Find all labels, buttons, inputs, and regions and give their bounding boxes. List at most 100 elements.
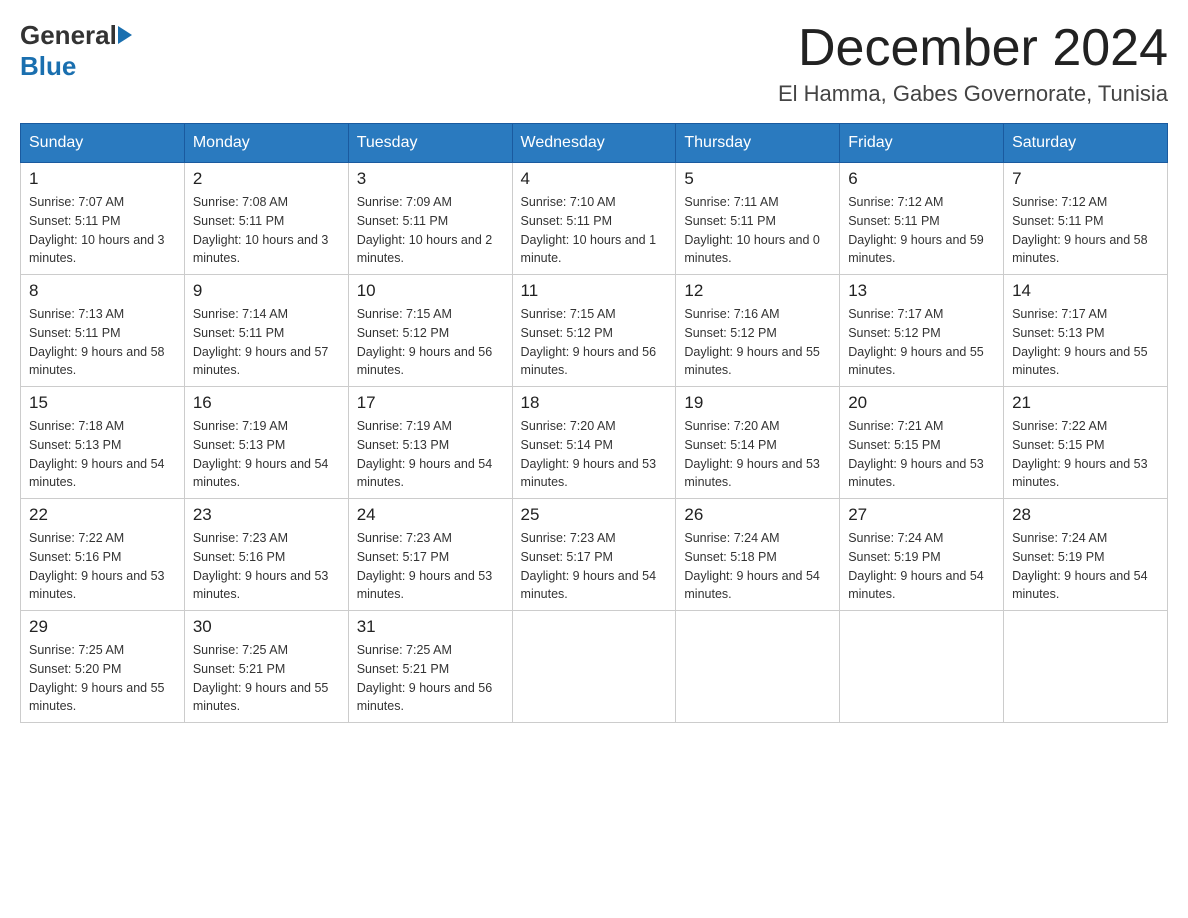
calendar-cell: 28 Sunrise: 7:24 AMSunset: 5:19 PMDaylig… xyxy=(1004,499,1168,611)
location-title: El Hamma, Gabes Governorate, Tunisia xyxy=(778,81,1168,107)
day-info: Sunrise: 7:17 AMSunset: 5:13 PMDaylight:… xyxy=(1012,307,1148,377)
day-info: Sunrise: 7:08 AMSunset: 5:11 PMDaylight:… xyxy=(193,195,329,265)
calendar-cell: 7 Sunrise: 7:12 AMSunset: 5:11 PMDayligh… xyxy=(1004,163,1168,275)
page-header: General Blue December 2024 El Hamma, Gab… xyxy=(20,20,1168,107)
day-number: 20 xyxy=(848,393,995,413)
calendar-cell xyxy=(676,611,840,723)
day-number: 27 xyxy=(848,505,995,525)
day-number: 14 xyxy=(1012,281,1159,301)
day-number: 11 xyxy=(521,281,668,301)
header-thursday: Thursday xyxy=(676,124,840,163)
day-number: 28 xyxy=(1012,505,1159,525)
calendar-cell: 26 Sunrise: 7:24 AMSunset: 5:18 PMDaylig… xyxy=(676,499,840,611)
header-friday: Friday xyxy=(840,124,1004,163)
day-info: Sunrise: 7:20 AMSunset: 5:14 PMDaylight:… xyxy=(521,419,657,489)
calendar-week-row: 22 Sunrise: 7:22 AMSunset: 5:16 PMDaylig… xyxy=(21,499,1168,611)
day-number: 18 xyxy=(521,393,668,413)
calendar-cell: 29 Sunrise: 7:25 AMSunset: 5:20 PMDaylig… xyxy=(21,611,185,723)
day-info: Sunrise: 7:20 AMSunset: 5:14 PMDaylight:… xyxy=(684,419,820,489)
calendar-cell: 20 Sunrise: 7:21 AMSunset: 5:15 PMDaylig… xyxy=(840,387,1004,499)
day-number: 9 xyxy=(193,281,340,301)
day-info: Sunrise: 7:19 AMSunset: 5:13 PMDaylight:… xyxy=(357,419,493,489)
calendar-cell: 17 Sunrise: 7:19 AMSunset: 5:13 PMDaylig… xyxy=(348,387,512,499)
calendar-cell: 18 Sunrise: 7:20 AMSunset: 5:14 PMDaylig… xyxy=(512,387,676,499)
day-info: Sunrise: 7:25 AMSunset: 5:20 PMDaylight:… xyxy=(29,643,165,713)
day-number: 7 xyxy=(1012,169,1159,189)
day-number: 17 xyxy=(357,393,504,413)
day-number: 31 xyxy=(357,617,504,637)
calendar-cell: 1 Sunrise: 7:07 AMSunset: 5:11 PMDayligh… xyxy=(21,163,185,275)
day-info: Sunrise: 7:13 AMSunset: 5:11 PMDaylight:… xyxy=(29,307,165,377)
calendar-cell: 21 Sunrise: 7:22 AMSunset: 5:15 PMDaylig… xyxy=(1004,387,1168,499)
calendar-cell: 10 Sunrise: 7:15 AMSunset: 5:12 PMDaylig… xyxy=(348,275,512,387)
day-number: 13 xyxy=(848,281,995,301)
day-info: Sunrise: 7:22 AMSunset: 5:16 PMDaylight:… xyxy=(29,531,165,601)
day-number: 6 xyxy=(848,169,995,189)
day-info: Sunrise: 7:24 AMSunset: 5:19 PMDaylight:… xyxy=(848,531,984,601)
calendar-cell: 5 Sunrise: 7:11 AMSunset: 5:11 PMDayligh… xyxy=(676,163,840,275)
calendar-header: Sunday Monday Tuesday Wednesday Thursday… xyxy=(21,124,1168,163)
calendar-cell xyxy=(1004,611,1168,723)
calendar-cell: 6 Sunrise: 7:12 AMSunset: 5:11 PMDayligh… xyxy=(840,163,1004,275)
calendar-cell: 24 Sunrise: 7:23 AMSunset: 5:17 PMDaylig… xyxy=(348,499,512,611)
day-info: Sunrise: 7:23 AMSunset: 5:16 PMDaylight:… xyxy=(193,531,329,601)
calendar-cell: 13 Sunrise: 7:17 AMSunset: 5:12 PMDaylig… xyxy=(840,275,1004,387)
day-number: 12 xyxy=(684,281,831,301)
day-info: Sunrise: 7:10 AMSunset: 5:11 PMDaylight:… xyxy=(521,195,657,265)
day-info: Sunrise: 7:12 AMSunset: 5:11 PMDaylight:… xyxy=(1012,195,1148,265)
calendar-cell: 31 Sunrise: 7:25 AMSunset: 5:21 PMDaylig… xyxy=(348,611,512,723)
calendar-week-row: 29 Sunrise: 7:25 AMSunset: 5:20 PMDaylig… xyxy=(21,611,1168,723)
title-block: December 2024 El Hamma, Gabes Governorat… xyxy=(778,20,1168,107)
day-number: 15 xyxy=(29,393,176,413)
day-info: Sunrise: 7:09 AMSunset: 5:11 PMDaylight:… xyxy=(357,195,493,265)
calendar-week-row: 1 Sunrise: 7:07 AMSunset: 5:11 PMDayligh… xyxy=(21,163,1168,275)
day-number: 24 xyxy=(357,505,504,525)
logo-general-text: General xyxy=(20,20,117,51)
day-number: 16 xyxy=(193,393,340,413)
day-info: Sunrise: 7:25 AMSunset: 5:21 PMDaylight:… xyxy=(193,643,329,713)
day-number: 10 xyxy=(357,281,504,301)
calendar-cell: 2 Sunrise: 7:08 AMSunset: 5:11 PMDayligh… xyxy=(184,163,348,275)
day-number: 23 xyxy=(193,505,340,525)
logo-triangle-icon xyxy=(118,26,132,44)
day-info: Sunrise: 7:17 AMSunset: 5:12 PMDaylight:… xyxy=(848,307,984,377)
header-tuesday: Tuesday xyxy=(348,124,512,163)
calendar-cell: 9 Sunrise: 7:14 AMSunset: 5:11 PMDayligh… xyxy=(184,275,348,387)
calendar-cell: 12 Sunrise: 7:16 AMSunset: 5:12 PMDaylig… xyxy=(676,275,840,387)
calendar-cell: 11 Sunrise: 7:15 AMSunset: 5:12 PMDaylig… xyxy=(512,275,676,387)
calendar-cell: 14 Sunrise: 7:17 AMSunset: 5:13 PMDaylig… xyxy=(1004,275,1168,387)
header-wednesday: Wednesday xyxy=(512,124,676,163)
calendar-cell: 4 Sunrise: 7:10 AMSunset: 5:11 PMDayligh… xyxy=(512,163,676,275)
calendar-cell: 16 Sunrise: 7:19 AMSunset: 5:13 PMDaylig… xyxy=(184,387,348,499)
calendar-cell: 27 Sunrise: 7:24 AMSunset: 5:19 PMDaylig… xyxy=(840,499,1004,611)
calendar-cell: 19 Sunrise: 7:20 AMSunset: 5:14 PMDaylig… xyxy=(676,387,840,499)
day-info: Sunrise: 7:07 AMSunset: 5:11 PMDaylight:… xyxy=(29,195,165,265)
day-info: Sunrise: 7:23 AMSunset: 5:17 PMDaylight:… xyxy=(357,531,493,601)
calendar-cell: 23 Sunrise: 7:23 AMSunset: 5:16 PMDaylig… xyxy=(184,499,348,611)
month-title: December 2024 xyxy=(778,20,1168,77)
logo-blue-text: Blue xyxy=(20,51,76,81)
day-info: Sunrise: 7:21 AMSunset: 5:15 PMDaylight:… xyxy=(848,419,984,489)
calendar-cell: 22 Sunrise: 7:22 AMSunset: 5:16 PMDaylig… xyxy=(21,499,185,611)
day-number: 22 xyxy=(29,505,176,525)
day-number: 26 xyxy=(684,505,831,525)
day-info: Sunrise: 7:18 AMSunset: 5:13 PMDaylight:… xyxy=(29,419,165,489)
calendar-week-row: 15 Sunrise: 7:18 AMSunset: 5:13 PMDaylig… xyxy=(21,387,1168,499)
calendar-cell: 25 Sunrise: 7:23 AMSunset: 5:17 PMDaylig… xyxy=(512,499,676,611)
header-monday: Monday xyxy=(184,124,348,163)
header-row: Sunday Monday Tuesday Wednesday Thursday… xyxy=(21,124,1168,163)
day-number: 30 xyxy=(193,617,340,637)
day-number: 3 xyxy=(357,169,504,189)
header-sunday: Sunday xyxy=(21,124,185,163)
day-info: Sunrise: 7:22 AMSunset: 5:15 PMDaylight:… xyxy=(1012,419,1148,489)
day-info: Sunrise: 7:11 AMSunset: 5:11 PMDaylight:… xyxy=(684,195,820,265)
calendar-cell xyxy=(840,611,1004,723)
logo: General Blue xyxy=(20,20,132,82)
day-info: Sunrise: 7:24 AMSunset: 5:19 PMDaylight:… xyxy=(1012,531,1148,601)
header-saturday: Saturday xyxy=(1004,124,1168,163)
day-info: Sunrise: 7:15 AMSunset: 5:12 PMDaylight:… xyxy=(521,307,657,377)
day-number: 21 xyxy=(1012,393,1159,413)
day-info: Sunrise: 7:12 AMSunset: 5:11 PMDaylight:… xyxy=(848,195,984,265)
day-number: 25 xyxy=(521,505,668,525)
day-info: Sunrise: 7:24 AMSunset: 5:18 PMDaylight:… xyxy=(684,531,820,601)
